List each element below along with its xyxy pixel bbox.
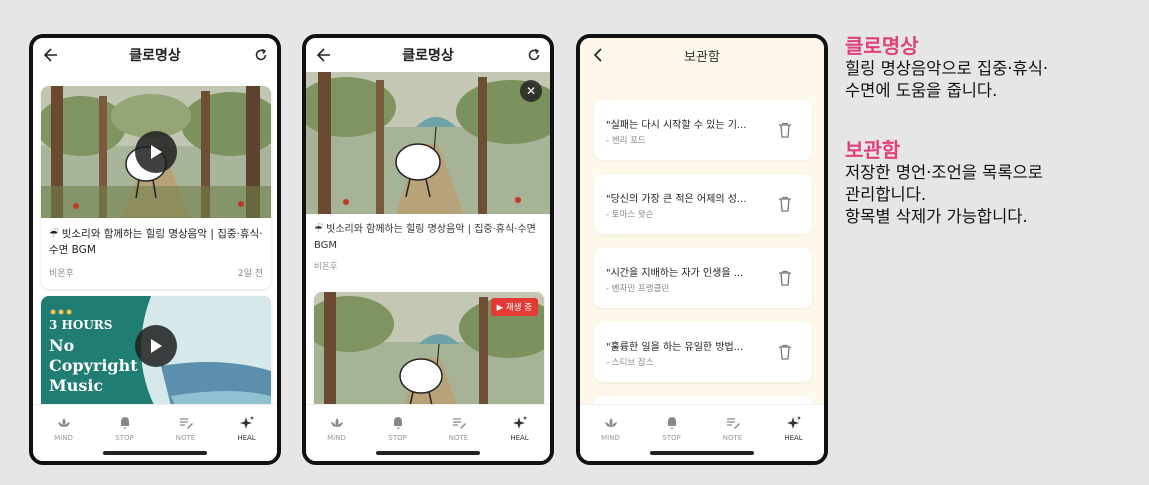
- feature-line: 항목별 삭제가 가능합니다.: [845, 207, 1028, 226]
- quote-text: "실패는 다시 시작할 수 있는 기...: [606, 120, 747, 131]
- trash-icon[interactable]: [778, 196, 792, 212]
- home-indicator: [650, 451, 754, 455]
- now-playing-badge: ▶ 재생 중: [490, 298, 538, 316]
- home-indicator: [103, 451, 207, 455]
- tab-label: MIND: [54, 434, 73, 442]
- quote-item[interactable]: "시간을 지배하는 자가 인생을 ... - 벤자민 프랭클린: [594, 248, 812, 308]
- video-title: ☔ 빗소리와 함께하는 힐링 명상음악 | 집중·휴식·수면 BGM: [49, 228, 263, 256]
- quote-author: - 헨리 포드: [606, 136, 646, 146]
- video-card[interactable]: 3 HOURS No Copyright Music: [41, 296, 271, 404]
- thumbnail-overlay-hours: 3 HOURS: [49, 318, 113, 332]
- page-title: 클로명상: [402, 48, 454, 64]
- video-card-playing[interactable]: ▶ 재생 중: [314, 292, 544, 404]
- note-edit-icon: [452, 418, 466, 429]
- tab-label: HEAL: [237, 434, 256, 442]
- feature-line: 관리합니다.: [845, 185, 927, 204]
- tab-label: MIND: [601, 434, 620, 442]
- player-video-title: ☔ 빗소리와 함께하는 힐링 명상음악 | 집중·휴식·수면 BGM: [314, 224, 536, 251]
- refresh-icon[interactable]: [251, 45, 271, 65]
- sparkle-icon: [512, 416, 527, 429]
- chevron-left-icon[interactable]: [588, 45, 608, 65]
- page-title: 보관함: [684, 49, 720, 65]
- tab-label: STOP: [388, 434, 407, 442]
- tab-label: STOP: [115, 434, 134, 442]
- quote-item[interactable]: "당신의 가장 큰 적은 어제의 성... - 토마스 왓슨: [594, 174, 812, 234]
- lotus-icon: [330, 418, 343, 427]
- tab-label: HEAL: [784, 434, 803, 442]
- quote-item[interactable]: "실패는 다시 시작할 수 있는 기... - 헨리 포드: [594, 100, 812, 160]
- player-content: ✕ ☔ 빗소리와 함께하는 힐링 명상음악 | 집중·휴식·수면 BGM 비온후…: [306, 72, 550, 404]
- phone-screen-player: 클로명상 ✕ ☔ 빗소리와 함께하는 힐링 명상음악 | 집중·휴식·수면 BG…: [302, 34, 554, 465]
- close-player-button[interactable]: ✕: [520, 80, 542, 102]
- quote-text: "당신의 가장 큰 적은 어제의 성...: [606, 194, 747, 205]
- sparkle-icon: [239, 416, 254, 429]
- feature-line: 힐링 명상음악으로 집중·휴식·: [845, 59, 1049, 78]
- feature-description-archive: 보관함 저장한 명언·조언을 목록으로 관리합니다. 항목별 삭제가 가능합니다…: [845, 138, 1135, 228]
- quote-text: "훌륭한 일을 하는 유일한 방법...: [606, 342, 744, 353]
- bell-icon: [667, 417, 676, 429]
- upload-time: 2일 전: [237, 269, 263, 279]
- tab-label: HEAL: [510, 434, 529, 442]
- video-thumbnail[interactable]: [41, 86, 271, 218]
- feature-line: 저장한 명언·조언을 목록으로: [845, 163, 1043, 182]
- tab-label: NOTE: [722, 434, 743, 442]
- feature-line: 수면에 도움을 줍니다.: [845, 81, 998, 100]
- player-channel-name: 비온후: [314, 262, 338, 272]
- bell-icon: [120, 417, 129, 429]
- quote-item[interactable]: "훌륭한 일을 하는 유일한 방법... - 스티브 잡스: [594, 322, 812, 382]
- note-edit-icon: [179, 418, 193, 429]
- quote-author: - 토마스 왓슨: [606, 210, 654, 220]
- video-meta: 비온후 2일 전: [41, 258, 271, 289]
- tab-mind[interactable]: MIND: [586, 415, 636, 461]
- lotus-icon: [604, 418, 617, 427]
- back-arrow-icon[interactable]: [314, 45, 334, 65]
- tab-heal[interactable]: HEAL: [495, 415, 545, 461]
- video-card[interactable]: ☔ 빗소리와 함께하는 힐링 명상음악 | 집중·휴식·수면 BGM 비온후 2…: [41, 86, 271, 289]
- tab-heal[interactable]: HEAL: [769, 415, 819, 461]
- tab-label: NOTE: [448, 434, 469, 442]
- trash-icon[interactable]: [778, 122, 792, 138]
- bell-icon: [393, 417, 402, 429]
- quote-author: - 스티브 잡스: [606, 358, 654, 368]
- quote-list: "실패는 다시 시작할 수 있는 기... - 헨리 포드 "당신의 가장 큰 …: [580, 72, 824, 404]
- play-button[interactable]: [135, 131, 177, 173]
- phone-screen-meditation: 클로명상 ☔ 빗소리와 함께하는 힐링 명상음악 | 집중·휴식·수면 BGM …: [29, 34, 281, 465]
- note-edit-icon: [726, 418, 740, 429]
- feature-description-meditation: 클로명상 힐링 명상음악으로 집중·휴식· 수면에 도움을 줍니다.: [845, 34, 1135, 102]
- tab-mind[interactable]: MIND: [312, 415, 362, 461]
- play-button[interactable]: [135, 325, 177, 367]
- phone-screen-archive: 보관함 "실패는 다시 시작할 수 있는 기... - 헨리 포드 "당신의 가…: [576, 34, 828, 465]
- thumbnail-overlay-title: No Copyright Music: [49, 336, 138, 395]
- app-header: 클로명상: [33, 38, 277, 72]
- quote-item[interactable]: [594, 396, 812, 404]
- trash-icon[interactable]: [778, 344, 792, 360]
- home-indicator: [376, 451, 480, 455]
- video-list: ☔ 빗소리와 함께하는 힐링 명상음악 | 집중·휴식·수면 BGM 비온후 2…: [33, 72, 277, 404]
- app-header: 클로명상: [306, 38, 550, 72]
- channel-name: 비온후: [49, 269, 74, 279]
- refresh-icon[interactable]: [524, 45, 544, 65]
- lotus-icon: [57, 418, 70, 427]
- tab-label: NOTE: [175, 434, 196, 442]
- tab-label: STOP: [662, 434, 681, 442]
- app-header: 보관함: [580, 38, 824, 72]
- quote-author: - 벤자민 프랭클린: [606, 284, 670, 294]
- rain-umbrella-scene: [306, 72, 550, 214]
- feature-heading: 클로명상: [845, 34, 919, 58]
- tab-heal[interactable]: HEAL: [222, 415, 272, 461]
- video-player[interactable]: ✕: [306, 72, 550, 214]
- video-thumbnail[interactable]: 3 HOURS No Copyright Music: [41, 296, 271, 404]
- page-title: 클로명상: [129, 48, 181, 64]
- sparkle-icon: [786, 416, 801, 429]
- back-arrow-icon[interactable]: [41, 45, 61, 65]
- feature-heading: 보관함: [845, 138, 901, 162]
- quote-text: "시간을 지배하는 자가 인생을 ...: [606, 268, 744, 279]
- tab-label: MIND: [327, 434, 346, 442]
- tab-mind[interactable]: MIND: [39, 415, 89, 461]
- trash-icon[interactable]: [778, 270, 792, 286]
